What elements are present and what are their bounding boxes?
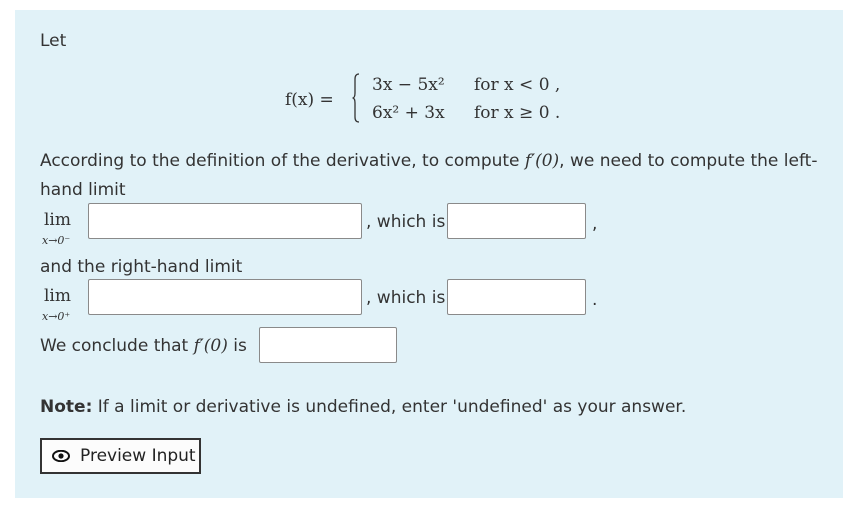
- piece2-expression: 6x² + 3x: [372, 103, 445, 123]
- derivative-value-input[interactable]: [259, 327, 397, 363]
- left-limit-value-input[interactable]: [447, 203, 586, 239]
- instruction-line1: According to the definition of the deriv…: [40, 151, 817, 171]
- function-lhs: f(x) =: [285, 90, 334, 110]
- piecewise-brace: [352, 73, 360, 123]
- left-limit-expression-input[interactable]: [88, 203, 362, 239]
- piece1-condition: for x < 0 ,: [474, 75, 561, 95]
- piece1-expression: 3x − 5x²: [372, 75, 445, 95]
- left-which-is-text: , which is: [366, 212, 446, 232]
- right-which-is-text: , which is: [366, 288, 446, 308]
- conclusion-fprime: f′(0): [193, 336, 228, 356]
- left-lim-operator: lim: [44, 210, 71, 230]
- right-limit-value-input[interactable]: [447, 279, 586, 315]
- right-limit-intro: and the right-hand limit: [40, 257, 243, 277]
- piece2-condition: for x ≥ 0 .: [474, 103, 561, 123]
- note: Note: If a limit or derivative is undefi…: [40, 397, 686, 417]
- instruction-suffix: , we need to compute the left-: [559, 151, 818, 171]
- right-lim-subscript: x→0⁺: [42, 310, 71, 323]
- right-lim-operator: lim: [44, 286, 71, 306]
- conclusion-suffix: is: [233, 336, 247, 356]
- eye-icon: [52, 450, 70, 462]
- instruction-line2: hand limit: [40, 180, 126, 200]
- left-lim-subscript: x→0⁻: [42, 234, 71, 247]
- note-label: Note:: [40, 397, 93, 417]
- conclusion-prefix: We conclude that: [40, 336, 189, 356]
- instruction-prefix: According to the definition of the deriv…: [40, 151, 520, 171]
- right-trailing-period: .: [592, 290, 598, 310]
- right-limit-expression-input[interactable]: [88, 279, 362, 315]
- fprime-zero: f′(0): [524, 151, 560, 171]
- note-text: If a limit or derivative is undefined, e…: [97, 397, 687, 417]
- preview-input-button[interactable]: Preview Input: [40, 438, 201, 474]
- left-trailing-comma: ,: [592, 214, 598, 234]
- preview-button-label: Preview Input: [80, 446, 196, 466]
- intro-text: Let: [40, 31, 67, 51]
- conclusion-text: We conclude that f′(0) is: [40, 336, 247, 356]
